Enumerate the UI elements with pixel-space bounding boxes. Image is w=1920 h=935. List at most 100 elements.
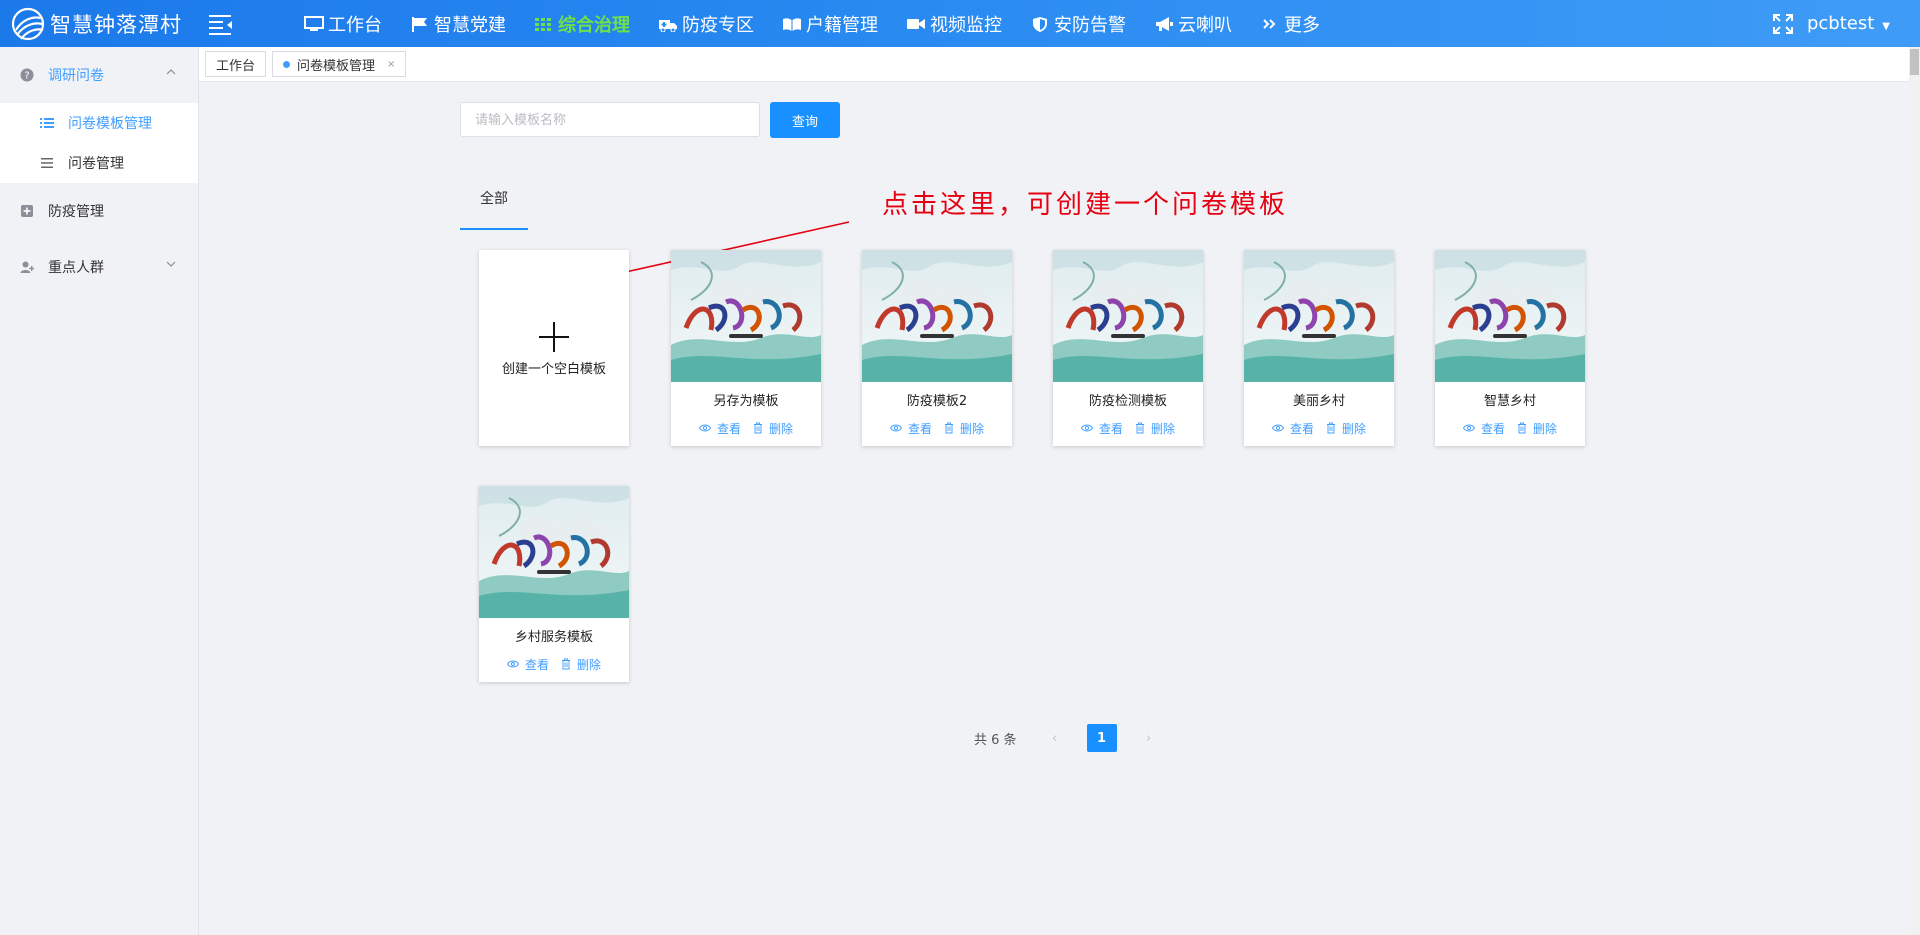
delete-template-button[interactable]: 删除 bbox=[753, 420, 793, 437]
template-thumbnail[interactable] bbox=[862, 250, 1012, 382]
nav-item-speaker[interactable]: 云喇叭 bbox=[1154, 11, 1232, 37]
sidebar-group-survey[interactable]: ? 调研问卷 bbox=[0, 47, 198, 103]
view-template-button[interactable]: 查看 bbox=[889, 420, 932, 437]
sidebar-submenu-survey: 问卷模板管理 问卷管理 bbox=[0, 103, 198, 183]
template-thumbnail[interactable] bbox=[1244, 250, 1394, 382]
trash-icon bbox=[1327, 422, 1335, 434]
nav-item-epidemic[interactable]: 防疫专区 bbox=[658, 11, 754, 37]
delete-label: 删除 bbox=[769, 421, 794, 436]
video-camera-icon bbox=[907, 18, 925, 29]
view-template-button[interactable]: 查看 bbox=[1080, 420, 1123, 437]
nav-item-video[interactable]: 视频监控 bbox=[906, 11, 1002, 37]
eye-icon bbox=[1462, 424, 1475, 432]
prev-page-button[interactable]: ‹ bbox=[1041, 724, 1069, 752]
view-template-button[interactable]: 查看 bbox=[698, 420, 741, 437]
nav-item-more[interactable]: 更多 bbox=[1260, 11, 1320, 37]
double-chevron-icon bbox=[1263, 18, 1276, 29]
template-card[interactable]: 防疫模板2 查看 删除 bbox=[862, 250, 1012, 446]
delete-label: 删除 bbox=[960, 421, 985, 436]
view-label: 查看 bbox=[1480, 421, 1505, 436]
trash-icon bbox=[562, 658, 570, 670]
eye-icon bbox=[1080, 424, 1093, 432]
nav-item-party[interactable]: 智慧党建 bbox=[410, 11, 506, 37]
user-menu[interactable]: pcbtest ▼ bbox=[1807, 13, 1890, 34]
category-tab-all[interactable]: 全部 bbox=[460, 188, 528, 228]
nav-item-governance[interactable]: 综合治理 bbox=[534, 11, 630, 37]
template-title: 防疫检测模板 bbox=[1088, 394, 1167, 409]
app-title: 智慧钟落潭村 bbox=[50, 12, 182, 37]
template-card[interactable]: 智慧乡村 查看 删除 bbox=[1435, 250, 1585, 446]
sidebar-item-label: 问卷模板管理 bbox=[68, 116, 152, 132]
eye-icon bbox=[889, 424, 902, 432]
template-card[interactable]: 另存为模板 查看 删除 bbox=[671, 250, 821, 446]
close-icon[interactable]: × bbox=[387, 59, 395, 70]
active-tab-indicator bbox=[460, 228, 528, 230]
nav-item-label: 更多 bbox=[1284, 14, 1320, 36]
nav-item-label: 视频监控 bbox=[930, 14, 1002, 36]
nav-item-household[interactable]: 户籍管理 bbox=[782, 11, 878, 37]
top-navigation-bar: 智慧钟落潭村 工作台 智慧党建 综合治理 防疫专区 户籍管理 视频监控 安防告警… bbox=[0, 0, 1920, 47]
fullscreen-icon[interactable] bbox=[1772, 13, 1793, 34]
template-name-search-input[interactable] bbox=[460, 102, 760, 137]
sidebar-toggle-icon[interactable] bbox=[208, 13, 234, 35]
beautiful-village-poster-image bbox=[1435, 250, 1585, 382]
nav-item-label: 智慧党建 bbox=[434, 14, 506, 36]
template-card[interactable]: 乡村服务模板 查看 删除 bbox=[479, 486, 629, 682]
menu-lines-icon bbox=[41, 158, 53, 168]
next-page-button[interactable]: › bbox=[1135, 724, 1163, 752]
scrollbar-thumb[interactable] bbox=[1910, 49, 1919, 75]
beautiful-village-poster-image bbox=[1244, 250, 1394, 382]
scrollbar[interactable] bbox=[1909, 47, 1920, 935]
app-logo[interactable]: 智慧钟落潭村 bbox=[0, 6, 200, 42]
template-thumbnail[interactable] bbox=[671, 250, 821, 382]
delete-template-button[interactable]: 删除 bbox=[1326, 420, 1366, 437]
sidebar-group-key-population[interactable]: 重点人群 bbox=[0, 239, 198, 295]
sidebar-group-epidemic[interactable]: 防疫管理 bbox=[0, 183, 198, 239]
template-card[interactable]: 美丽乡村 查看 删除 bbox=[1244, 250, 1394, 446]
tab-template-management[interactable]: 问卷模板管理 × bbox=[272, 51, 407, 77]
view-template-button[interactable]: 查看 bbox=[1271, 420, 1314, 437]
pagination-total: 共 6 条 bbox=[974, 732, 1017, 748]
view-label: 查看 bbox=[907, 421, 932, 436]
book-icon bbox=[783, 17, 801, 31]
delete-template-button[interactable]: 删除 bbox=[1135, 420, 1175, 437]
view-template-button[interactable]: 查看 bbox=[1462, 420, 1505, 437]
view-label: 查看 bbox=[716, 421, 741, 436]
sidebar: ? 调研问卷 问卷模板管理 问卷管理 防疫管理 重点人群 bbox=[0, 47, 199, 935]
blank-template-label: 创建一个空白模板 bbox=[501, 361, 606, 377]
eye-icon bbox=[698, 424, 711, 432]
template-title: 美丽乡村 bbox=[1292, 394, 1345, 409]
template-title: 另存为模板 bbox=[713, 394, 779, 409]
template-thumbnail[interactable] bbox=[1053, 250, 1203, 382]
shield-icon bbox=[1033, 16, 1047, 32]
monitor-icon bbox=[304, 15, 324, 31]
template-title: 智慧乡村 bbox=[1483, 394, 1536, 409]
delete-label: 删除 bbox=[1533, 421, 1558, 436]
template-actions: 查看 删除 bbox=[1244, 414, 1394, 442]
nav-item-workbench[interactable]: 工作台 bbox=[304, 11, 382, 37]
sidebar-item-template-management[interactable]: 问卷模板管理 bbox=[0, 103, 198, 143]
tab-workbench[interactable]: 工作台 bbox=[205, 51, 267, 77]
template-card[interactable]: 防疫检测模板 查看 删除 bbox=[1053, 250, 1203, 446]
delete-template-button[interactable]: 删除 bbox=[944, 420, 984, 437]
template-thumbnail[interactable] bbox=[1435, 250, 1585, 382]
search-button[interactable]: 查询 bbox=[770, 102, 840, 138]
chevron-up-icon bbox=[166, 69, 176, 75]
nav-item-security[interactable]: 安防告警 bbox=[1030, 11, 1126, 37]
logo-icon bbox=[11, 7, 45, 40]
beautiful-village-poster-image bbox=[479, 486, 629, 618]
view-template-button[interactable]: 查看 bbox=[506, 656, 549, 673]
sidebar-group-label: 防疫管理 bbox=[48, 204, 104, 220]
delete-template-button[interactable]: 删除 bbox=[1517, 420, 1557, 437]
tab-label: 工作台 bbox=[216, 58, 256, 74]
template-title: 乡村服务模板 bbox=[514, 630, 593, 645]
delete-template-button[interactable]: 删除 bbox=[561, 656, 601, 673]
view-label: 查看 bbox=[524, 657, 549, 672]
chevron-down-icon bbox=[166, 261, 176, 267]
create-blank-template-card[interactable]: 创建一个空白模板 bbox=[479, 250, 629, 446]
page-number-current[interactable]: 1 bbox=[1086, 724, 1117, 752]
sidebar-item-survey-management[interactable]: 问卷管理 bbox=[0, 143, 198, 183]
template-actions: 查看 删除 bbox=[862, 414, 1012, 442]
trash-icon bbox=[754, 422, 762, 434]
template-thumbnail[interactable] bbox=[479, 486, 629, 618]
